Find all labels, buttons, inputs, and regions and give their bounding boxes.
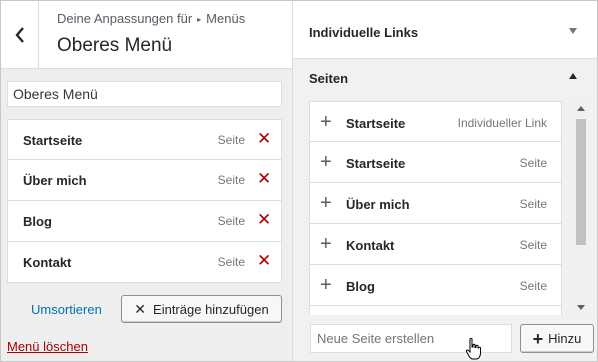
remove-icon[interactable]: ✕ [257, 170, 271, 187]
available-items-panel: Individuelle Links Seiten + Startseite I… [293, 0, 598, 362]
pages-scrollbar[interactable] [574, 101, 588, 315]
page-title-text: Blog [346, 279, 375, 294]
menu-item[interactable]: Startseite Seite ✕ [7, 119, 282, 160]
page-title-text: Startseite [346, 116, 406, 131]
plus-icon: + [320, 274, 332, 296]
remove-icon[interactable]: ✕ [257, 211, 271, 228]
breadcrumb-separator-icon: ▸ [197, 15, 202, 24]
page-title-text: Kontakt [346, 238, 395, 253]
caret-up-icon[interactable] [569, 73, 577, 79]
plus-icon: + [532, 328, 544, 349]
menu-item[interactable]: Kontakt Seite ✕ [7, 242, 282, 283]
list-item[interactable]: + Startseite Seite [309, 142, 562, 183]
page-title-text: Über mich [346, 197, 410, 212]
menu-item-type: Seite [217, 214, 245, 228]
reorder-link[interactable]: Umsortieren [31, 302, 102, 317]
menu-editor-panel: Deine Anpassungen für ▸ Menüs Oberes Menü … [0, 0, 293, 362]
list-item[interactable]: + Startseite Individueller Link [309, 101, 562, 142]
menu-item-type: Seite [217, 133, 245, 147]
page-type: Seite [519, 279, 547, 293]
remove-icon[interactable]: ✕ [257, 252, 271, 269]
panel-header: Deine Anpassungen für ▸ Menüs Oberes Menü [1, 1, 292, 69]
menu-item[interactable]: Über mich Seite ✕ [7, 160, 282, 201]
list-item[interactable]: + Kontakt Seite [309, 224, 562, 265]
page-title: Oberes Menü [57, 35, 173, 56]
scrollbar-thumb[interactable] [576, 119, 586, 245]
remove-icon[interactable]: ✕ [257, 130, 271, 147]
custom-links-section[interactable]: Individuelle Links [293, 1, 597, 59]
pages-list: + Startseite Individueller Link + Starts… [309, 101, 562, 315]
menu-item[interactable]: Blog Seite ✕ [7, 201, 282, 242]
menu-item-title: Blog [23, 214, 52, 229]
page-type: Seite [519, 197, 547, 211]
menu-items-list: Startseite Seite ✕ Über mich Seite ✕ Blo… [7, 119, 282, 283]
custom-links-heading: Individuelle Links [309, 25, 419, 40]
delete-menu-link[interactable]: Menü löschen [7, 339, 88, 354]
menu-item-type: Seite [217, 255, 245, 269]
caret-down-icon [569, 28, 577, 34]
add-items-label: Einträge hinzufügen [153, 301, 269, 317]
page-type: Individueller Link [457, 116, 547, 130]
menu-item-title: Startseite [23, 133, 83, 148]
add-items-button[interactable]: ✕ Einträge hinzufügen [121, 295, 282, 323]
plus-icon: + [320, 111, 332, 133]
plus-icon: + [320, 233, 332, 255]
page-type: Seite [519, 238, 547, 252]
list-item[interactable] [309, 306, 562, 315]
list-item[interactable]: + Blog Seite [309, 265, 562, 306]
add-page-button[interactable]: + Hinzu [520, 324, 594, 353]
menu-item-type: Seite [217, 173, 245, 187]
breadcrumb: Deine Anpassungen für ▸ Menüs [57, 11, 245, 26]
hand-cursor-icon [465, 338, 481, 360]
chevron-left-icon [14, 26, 24, 43]
close-icon: ✕ [134, 300, 147, 317]
breadcrumb-prefix: Deine Anpassungen für [57, 11, 193, 26]
plus-icon: + [320, 192, 332, 214]
add-page-label: Hinzu [548, 331, 582, 346]
scroll-up-icon[interactable] [577, 106, 585, 111]
page-type: Seite [519, 156, 547, 170]
new-page-input[interactable] [310, 324, 512, 353]
pages-section-heading[interactable]: Seiten [309, 71, 348, 86]
plus-icon: + [320, 151, 332, 173]
menu-item-title: Über mich [23, 173, 87, 188]
list-item[interactable]: + Über mich Seite [309, 183, 562, 224]
back-button[interactable] [1, 1, 39, 68]
menu-item-title: Kontakt [23, 255, 72, 270]
scroll-down-icon[interactable] [577, 305, 585, 310]
page-title-text: Startseite [346, 156, 406, 171]
breadcrumb-section: Menüs [206, 11, 246, 26]
menu-name-input[interactable] [7, 81, 282, 107]
